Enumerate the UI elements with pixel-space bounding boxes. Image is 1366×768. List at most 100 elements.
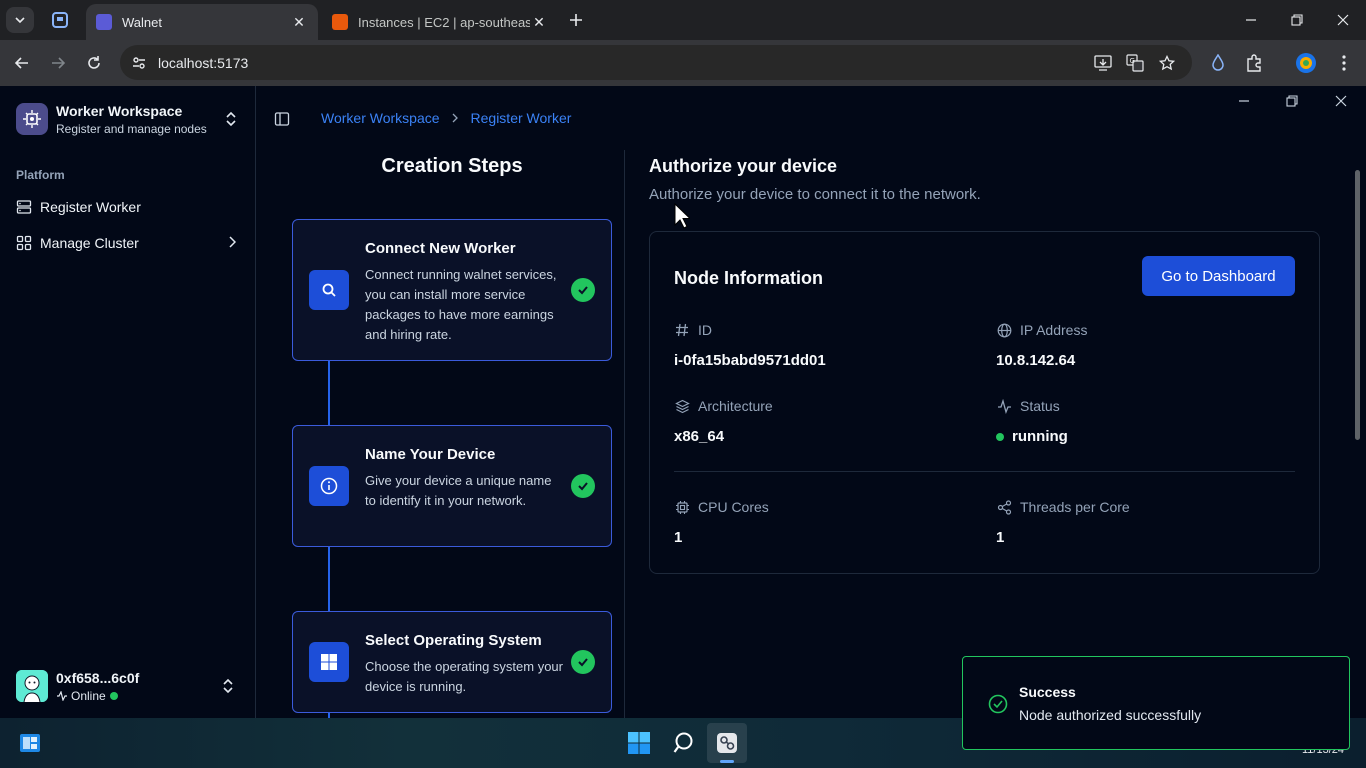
workspace-logo-icon[interactable] — [16, 103, 48, 135]
widgets-icon[interactable] — [10, 723, 50, 763]
app-minimize-button[interactable] — [1230, 92, 1258, 110]
svg-text:G: G — [1130, 57, 1135, 65]
field-label-status: Status — [996, 398, 1060, 414]
extension-drop-icon[interactable] — [1204, 49, 1232, 77]
step-description: Connect running walnet services, you can… — [365, 267, 557, 342]
tab-ec2[interactable]: Instances | EC2 | ap-southeast-1 ✕ — [322, 4, 558, 40]
breadcrumb-link-register-worker[interactable]: Register Worker — [471, 110, 572, 126]
bookmark-star-icon[interactable] — [1152, 45, 1182, 80]
plus-icon — [570, 14, 582, 26]
arrow-right-icon — [52, 57, 66, 69]
sidebar-item-label: Manage Cluster — [40, 235, 139, 251]
step-description: Choose the operating system your device … — [365, 659, 563, 694]
user-name: 0xf658...6c0f — [56, 670, 140, 686]
chevron-right-icon — [228, 236, 236, 248]
minimize-icon — [1246, 19, 1256, 21]
label-text: ID — [698, 322, 712, 338]
address-bar[interactable]: localhost:5173 G — [120, 45, 1192, 80]
browser-tabbar: Walnet ✕ Instances | EC2 | ap-southeast-… — [0, 0, 1366, 40]
url-text[interactable]: localhost:5173 — [158, 55, 248, 71]
app-restore-button[interactable] — [1278, 92, 1306, 110]
restore-window-button[interactable] — [1274, 0, 1320, 40]
check-icon — [571, 474, 595, 498]
step-description: Give your device a unique name to identi… — [365, 473, 552, 508]
sidebar-item-register-worker[interactable]: Register Worker — [8, 191, 248, 223]
translate-icon[interactable]: G — [1120, 45, 1150, 80]
steps-title: Creation Steps — [381, 155, 523, 177]
step-select-os[interactable]: Select Operating System Choose the opera… — [292, 611, 612, 713]
card-divider — [674, 471, 1295, 472]
info-icon — [309, 466, 349, 506]
step-title: Connect New Worker — [365, 240, 516, 257]
sidebar-group-label: Platform — [16, 168, 65, 182]
close-icon — [1335, 95, 1347, 107]
node-ip-value: 10.8.142.64 — [996, 352, 1076, 369]
success-toast[interactable]: Success Node authorized successfully — [962, 656, 1350, 750]
scrollbar[interactable] — [1355, 170, 1360, 440]
authorize-title: Authorize your device — [649, 156, 838, 176]
label-text: Status — [1020, 398, 1060, 414]
search-icon[interactable] — [664, 723, 704, 763]
check-icon — [571, 650, 595, 674]
close-tab-icon[interactable]: ✕ — [290, 13, 308, 31]
site-info-icon[interactable] — [122, 45, 156, 80]
chevron-down-icon — [15, 17, 25, 24]
search-icon — [309, 270, 349, 310]
user-status: Online — [56, 689, 118, 703]
user-menu-chevrons-icon[interactable] — [222, 678, 234, 694]
close-tab-icon[interactable]: ✕ — [530, 13, 548, 31]
sidebar-toggle-icon[interactable] — [273, 110, 291, 128]
step-title: Name Your Device — [365, 446, 496, 463]
back-button[interactable] — [8, 49, 36, 77]
hash-icon — [674, 322, 690, 338]
tab-title: Instances | EC2 | ap-southeast-1 — [358, 14, 530, 30]
label-text: Architecture — [698, 398, 773, 414]
windows-icon — [309, 642, 349, 682]
forward-button[interactable] — [44, 49, 72, 77]
share-nodes-icon — [996, 499, 1012, 515]
browser-toolbar: localhost:5173 G — [0, 40, 1366, 86]
app-taskbar-icon[interactable] — [707, 723, 747, 763]
arrow-left-icon — [14, 57, 28, 69]
step-connect-worker[interactable]: Connect New Worker Connect running walne… — [292, 219, 612, 361]
sidebar-item-manage-cluster[interactable]: Manage Cluster — [8, 227, 248, 259]
workspace-title[interactable]: Worker Workspace — [56, 103, 182, 119]
extensions-puzzle-icon[interactable] — [1240, 49, 1268, 77]
field-label-architecture: Architecture — [674, 398, 773, 414]
user-status-label: Online — [71, 689, 106, 703]
browser-menu-icon[interactable] — [1330, 49, 1358, 77]
avatar — [16, 670, 48, 702]
reload-button[interactable] — [80, 49, 108, 77]
new-tab-button[interactable] — [564, 8, 588, 32]
walnet-favicon-icon — [96, 14, 112, 30]
chevron-right-icon — [452, 113, 459, 123]
label-text: Threads per Core — [1020, 499, 1130, 515]
install-app-icon[interactable] — [1088, 45, 1118, 80]
tab-search-button[interactable] — [6, 7, 34, 33]
step-name-device[interactable]: Name Your Device Give your device a uniq… — [292, 425, 612, 547]
card-title: Node Information — [674, 268, 823, 288]
profile-avatar-icon[interactable] — [1292, 49, 1320, 77]
breadcrumb-link-workspace[interactable]: Worker Workspace — [321, 110, 440, 126]
status-dot — [996, 432, 1004, 441]
activity-icon — [996, 398, 1012, 414]
toast-title: Success — [1019, 684, 1076, 700]
user-menu[interactable]: 0xf658...6c0f Online — [16, 668, 246, 708]
aws-favicon-icon — [332, 14, 348, 30]
close-window-button[interactable] — [1320, 0, 1366, 40]
go-to-dashboard-button[interactable]: Go to Dashboard — [1142, 256, 1295, 296]
label-text: IP Address — [1020, 322, 1088, 338]
tab-walnet[interactable]: Walnet ✕ — [86, 4, 318, 40]
tab-title: Walnet — [122, 14, 162, 30]
field-label-threads: Threads per Core — [996, 499, 1130, 515]
minimize-window-button[interactable] — [1228, 0, 1274, 40]
node-status-value: running — [996, 428, 1068, 445]
pinned-app-icon[interactable] — [48, 8, 72, 32]
field-label-id: ID — [674, 322, 712, 338]
workspace-switcher-icon[interactable] — [222, 110, 240, 128]
windows-start-icon[interactable] — [619, 723, 659, 763]
app-close-button[interactable] — [1327, 92, 1355, 110]
check-circle-icon — [988, 694, 1008, 714]
app-root: Worker Workspace Register and manage nod… — [0, 86, 1366, 718]
layers-icon — [674, 398, 690, 414]
